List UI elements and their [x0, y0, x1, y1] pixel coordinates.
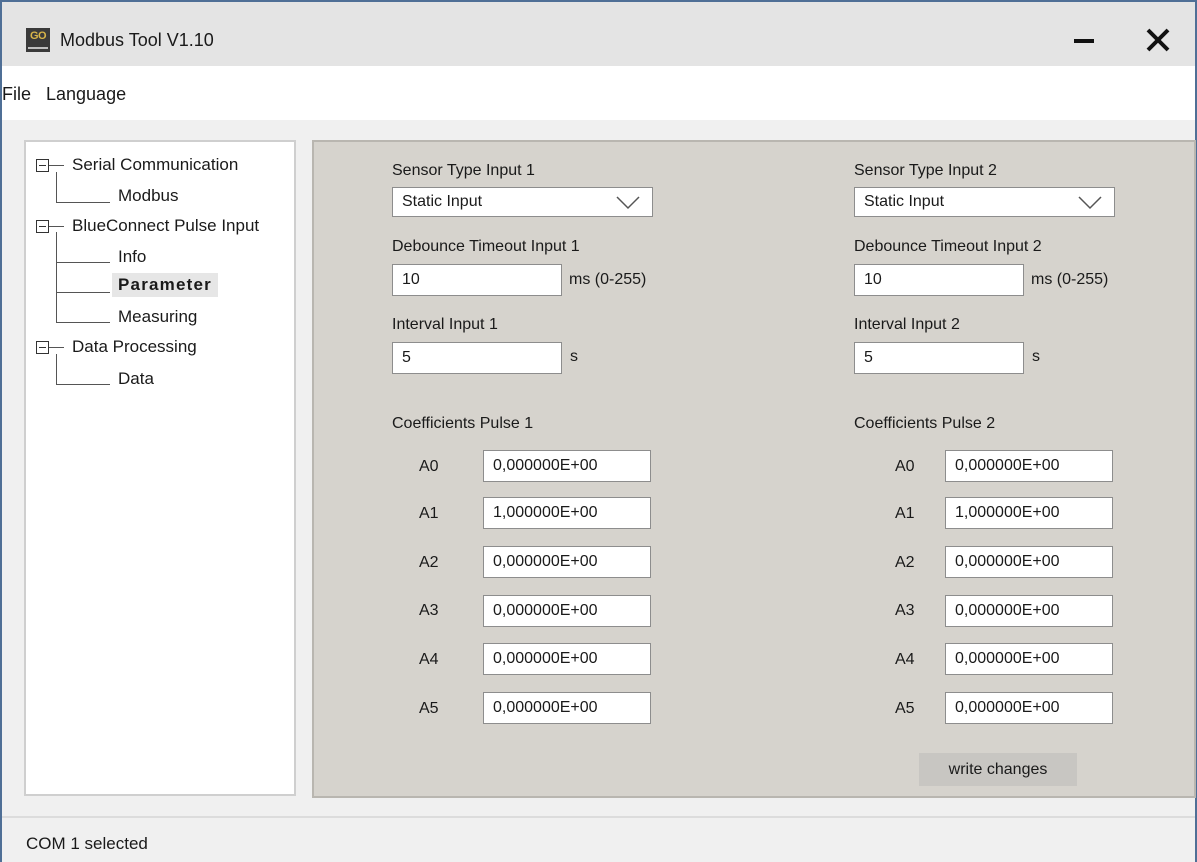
collapse-toggle-icon[interactable]: [36, 159, 49, 172]
status-text: COM 1 selected: [26, 834, 148, 853]
coefficient-input[interactable]: 0,000000E+00: [483, 546, 651, 578]
tree-item-modbus[interactable]: Modbus: [118, 186, 178, 206]
chevron-down-icon: [616, 196, 640, 210]
coefficients-label: Coefficients Pulse 2: [854, 415, 996, 432]
coefficient-input[interactable]: 0,000000E+00: [483, 692, 651, 724]
title-bar: GO Modbus Tool V1.10: [2, 2, 1195, 66]
tree-connector: [56, 384, 110, 385]
sensor-type-select[interactable]: Static Input: [392, 187, 653, 217]
sensor-type-label: Sensor Type Input 1: [392, 162, 535, 179]
close-icon: [1146, 28, 1170, 52]
coefficient-input[interactable]: 1,000000E+00: [945, 497, 1113, 529]
interval-input[interactable]: 5: [854, 342, 1024, 374]
collapse-toggle-icon[interactable]: [36, 341, 49, 354]
coefficient-input[interactable]: 0,000000E+00: [945, 546, 1113, 578]
tree-connector: [56, 322, 110, 323]
coefficient-input[interactable]: 0,000000E+00: [483, 643, 651, 675]
debounce-label: Debounce Timeout Input 2: [854, 238, 1042, 255]
write-changes-button[interactable]: write changes: [919, 753, 1077, 786]
status-bar: COM 1 selected: [2, 816, 1195, 862]
coefficient-name: A4: [419, 651, 439, 668]
menu-bar: File Language: [2, 66, 1195, 120]
coefficient-name: A0: [895, 458, 915, 475]
debounce-unit: ms (0-255): [1031, 271, 1109, 288]
minimize-icon: [1074, 39, 1094, 43]
coefficient-input[interactable]: 0,000000E+00: [945, 595, 1113, 627]
coefficient-name: A5: [419, 700, 439, 717]
tree-item-measuring[interactable]: Measuring: [118, 307, 197, 327]
debounce-input[interactable]: 10: [854, 264, 1024, 296]
sensor-type-select[interactable]: Static Input: [854, 187, 1115, 217]
interval-unit: s: [1032, 348, 1040, 365]
coefficient-input[interactable]: 0,000000E+00: [945, 692, 1113, 724]
tree-connector: [48, 165, 64, 166]
coefficient-name: A5: [895, 700, 915, 717]
tree-group-serial-communication[interactable]: Serial Communication: [72, 155, 238, 175]
menu-file[interactable]: File: [2, 84, 31, 105]
sensor-type-value: Static Input: [864, 193, 945, 210]
tree-connector: [56, 232, 57, 322]
coefficients-label: Coefficients Pulse 1: [392, 415, 534, 432]
tree-group-blueconnect-pulse-input[interactable]: BlueConnect Pulse Input: [72, 216, 259, 236]
coefficient-input[interactable]: 0,000000E+00: [483, 595, 651, 627]
coefficient-name: A3: [895, 602, 915, 619]
tree-connector: [56, 202, 110, 203]
tree-connector: [56, 292, 110, 293]
debounce-unit: ms (0-255): [569, 271, 647, 288]
tree-connector: [56, 172, 57, 202]
interval-label: Interval Input 1: [392, 316, 498, 333]
tree-group-data-processing[interactable]: Data Processing: [72, 337, 197, 357]
sensor-type-label: Sensor Type Input 2: [854, 162, 997, 179]
debounce-input[interactable]: 10: [392, 264, 562, 296]
coefficient-name: A2: [419, 554, 439, 571]
app-logo-icon: GO: [26, 28, 50, 52]
coefficient-name: A3: [419, 602, 439, 619]
coefficient-name: A1: [895, 505, 915, 522]
navigation-tree: Serial Communication Modbus BlueConnect …: [24, 140, 296, 796]
collapse-toggle-icon[interactable]: [36, 220, 49, 233]
window-title: Modbus Tool V1.10: [60, 30, 214, 50]
tree-connector: [48, 226, 64, 227]
coefficient-input[interactable]: 0,000000E+00: [483, 450, 651, 482]
debounce-label: Debounce Timeout Input 1: [392, 238, 580, 255]
coefficient-input[interactable]: 0,000000E+00: [945, 643, 1113, 675]
app-window: GO Modbus Tool V1.10 File Language Seria…: [0, 0, 1197, 862]
minimize-button[interactable]: [1064, 20, 1104, 60]
tree-connector: [48, 347, 64, 348]
coefficient-name: A1: [419, 505, 439, 522]
coefficient-name: A0: [419, 458, 439, 475]
coefficient-input[interactable]: 1,000000E+00: [483, 497, 651, 529]
interval-unit: s: [570, 348, 578, 365]
sensor-type-value: Static Input: [402, 193, 483, 210]
tree-item-data[interactable]: Data: [118, 369, 154, 389]
tree-item-parameter[interactable]: Parameter: [112, 273, 218, 297]
coefficient-name: A2: [895, 554, 915, 571]
tree-connector: [56, 262, 110, 263]
interval-input[interactable]: 5: [392, 342, 562, 374]
coefficient-name: A4: [895, 651, 915, 668]
coefficient-input[interactable]: 0,000000E+00: [945, 450, 1113, 482]
tree-connector: [56, 354, 57, 385]
menu-language[interactable]: Language: [46, 84, 126, 105]
tree-item-info[interactable]: Info: [118, 247, 146, 267]
close-button[interactable]: [1138, 20, 1178, 60]
chevron-down-icon: [1078, 196, 1102, 210]
interval-label: Interval Input 2: [854, 316, 960, 333]
